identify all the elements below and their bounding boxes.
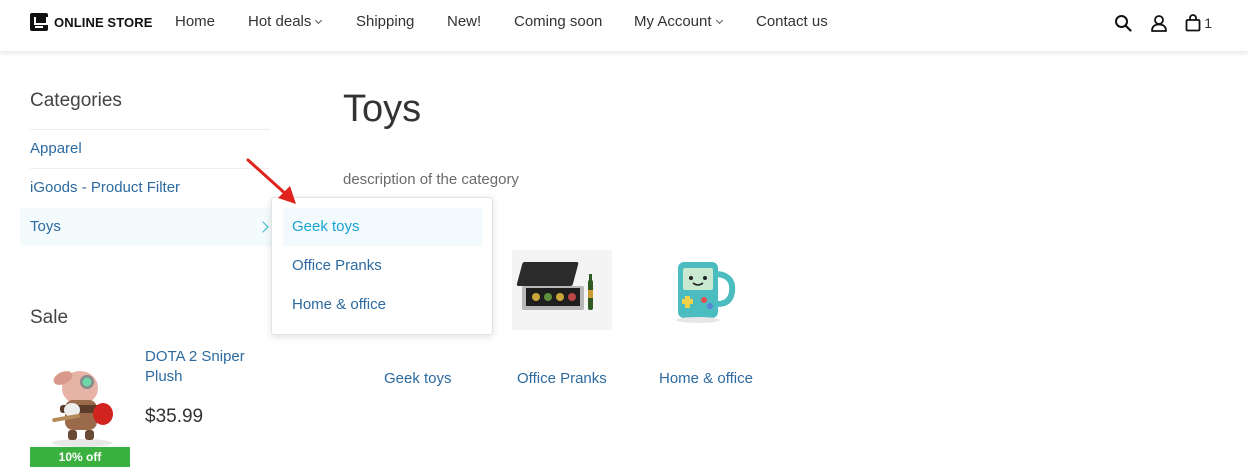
bag-icon xyxy=(1185,14,1201,32)
sidebar-item-apparel[interactable]: Apparel xyxy=(20,130,275,168)
logo-text: ONLINE STORE xyxy=(54,14,153,30)
discount-badge: 10% off xyxy=(30,447,130,467)
sidebar-item-igoods-product-filter[interactable]: iGoods - Product Filter xyxy=(20,169,275,207)
sidebar-item-label: Toys xyxy=(30,218,61,235)
chevron-down-icon xyxy=(315,16,323,25)
header-actions: 1 xyxy=(1097,12,1212,34)
chevron-right-icon xyxy=(257,221,269,233)
nav-contact-us[interactable]: Contact us xyxy=(756,13,828,30)
store-logo[interactable]: ONLINE STORE xyxy=(30,12,152,32)
chevron-down-icon xyxy=(715,16,723,25)
sale-product-image[interactable] xyxy=(30,350,130,450)
sale-title: Sale xyxy=(30,307,69,328)
category-description: description of the category xyxy=(343,171,519,188)
page-title: Toys xyxy=(343,88,422,130)
subcategory-link-office-pranks[interactable]: Office Pranks xyxy=(517,370,607,387)
annotation-arrow-icon xyxy=(240,150,310,220)
search-icon[interactable] xyxy=(1113,13,1133,33)
user-icon[interactable] xyxy=(1149,13,1169,33)
subcategory-link-home-office[interactable]: Home & office xyxy=(659,370,753,387)
nav-home[interactable]: Home xyxy=(175,13,215,30)
nav-shipping[interactable]: Shipping xyxy=(356,13,414,30)
subcategory-image-office-pranks[interactable] xyxy=(512,250,612,330)
subcategory-image-home-office[interactable] xyxy=(656,250,756,330)
sidebar-item-toys[interactable]: Toys xyxy=(20,208,275,246)
submenu-item-office-pranks[interactable]: Office Pranks xyxy=(283,247,482,285)
categories-title: Categories xyxy=(30,90,122,111)
site-header: ONLINE STORE Home Hot deals Shipping New… xyxy=(0,0,1248,52)
subcategory-link-geek-toys[interactable]: Geek toys xyxy=(384,370,452,387)
nav-new[interactable]: New! xyxy=(447,13,481,30)
submenu-item-geek-toys[interactable]: Geek toys xyxy=(283,208,482,246)
nav-my-account[interactable]: My Account xyxy=(634,13,723,30)
sale-product-name[interactable]: DOTA 2 Sniper Plush xyxy=(145,347,265,387)
submenu-item-home-office[interactable]: Home & office xyxy=(283,286,482,324)
nav-hot-deals[interactable]: Hot deals xyxy=(248,13,323,30)
cart-button[interactable]: 1 xyxy=(1185,13,1212,33)
nav-coming-soon[interactable]: Coming soon xyxy=(514,13,602,30)
sale-product-price: $35.99 xyxy=(145,406,204,427)
cart-count: 1 xyxy=(1204,15,1212,31)
logo-icon xyxy=(30,13,48,31)
